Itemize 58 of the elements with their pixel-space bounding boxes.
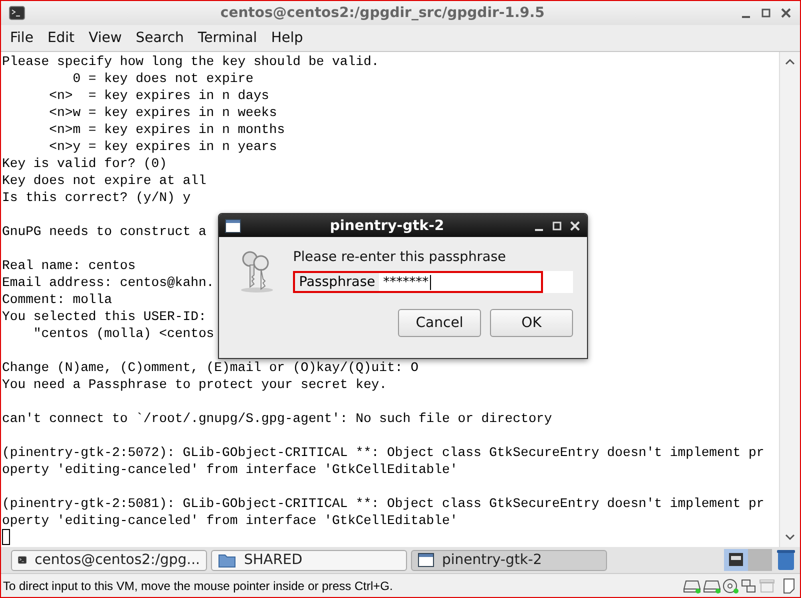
terminal-line: Change (N)ame, (C)omment, (E)mail or (O)kay/(Q)uit: O: [2, 359, 418, 376]
menu-item[interactable]: Edit: [40, 30, 82, 46]
terminal-line: <n>w = key expires in n weeks: [48, 104, 278, 121]
menu-item[interactable]: View: [82, 30, 129, 46]
disc-icon[interactable]: [722, 578, 740, 594]
terminal-line: <n> = key expires in n days: [48, 87, 270, 104]
close-icon[interactable]: [780, 7, 792, 19]
folder-icon: [218, 552, 236, 568]
terminal-line: Key does not expire at all: [2, 172, 206, 189]
terminal-line: can't connect to `/root/.gnupg/S.gpg-agent': No such file or directory: [2, 410, 552, 427]
window-icon: [225, 218, 241, 232]
terminal-line: You selected this USER-ID:: [2, 308, 206, 325]
drive-icon[interactable]: [702, 578, 722, 594]
maximize-icon[interactable]: [760, 7, 772, 19]
terminal-line: Real name: centos: [2, 257, 136, 274]
terminal-line: <n>m = key expires in n months: [48, 121, 285, 138]
window-title: centos@centos2:/gpgdir_src/gpgdir-1.9.5: [219, 5, 546, 21]
taskbar-label: centos@centos2:/gpg...: [34, 552, 200, 568]
passphrase-field[interactable]: Passphrase *******: [293, 271, 543, 293]
menu-item[interactable]: File: [3, 30, 40, 46]
terminal-line: Key is valid for? (0): [2, 155, 168, 172]
terminal-line: operty 'editing-canceled' from interface 'GtkCellEditable': [2, 512, 458, 529]
terminal-line: (pinentry-gtk-2:5081): GLib-GObject-CRITICAL **: Object class GtkSecureEntry doesn't implement pr: [2, 495, 764, 512]
field-value: *******: [379, 274, 431, 290]
terminal-icon: [18, 553, 27, 567]
terminal-cursor: [2, 529, 10, 545]
menu-item[interactable]: Search: [128, 30, 191, 46]
taskbar-item[interactable]: SHARED: [211, 550, 407, 570]
taskbar-label: pinentry-gtk-2: [442, 552, 542, 568]
field-label: Passphrase: [295, 273, 380, 291]
cancel-button[interactable]: Cancel: [398, 309, 481, 337]
terminal-line: Email address: centos@kahn.: [2, 274, 214, 291]
drive-icon[interactable]: [682, 578, 702, 594]
terminal-line: operty 'editing-canceled' from interface 'GtkCellEditable': [2, 461, 458, 478]
taskbar-item[interactable]: centos@centos2:/gpg...: [11, 550, 207, 570]
taskbar-item[interactable]: pinentry-gtk-2: [411, 550, 607, 570]
scrollbar[interactable]: [779, 52, 800, 547]
terminal-line: Comment: molla: [2, 291, 112, 308]
terminal-line: Please specify how long the key should be valid.: [2, 53, 380, 70]
status-message: To direct input to this VM, move the mouse pointer inside or press Ctrl+G.: [3, 578, 394, 592]
terminal-line: "centos (molla) <centos: [32, 325, 214, 342]
terminal-line: 0 = key does not expire: [72, 70, 254, 87]
taskbar-label: SHARED: [244, 552, 302, 568]
prompt-text: Please re-enter this passphrase: [293, 249, 507, 265]
menu-item[interactable]: Terminal: [190, 30, 264, 46]
menu-item[interactable]: Help: [264, 30, 310, 46]
terminal-icon: [9, 6, 25, 20]
terminal-line: Is this correct? (y/N) y: [2, 189, 191, 206]
terminal-line: You need a Passphrase to protect your secret key.: [2, 376, 388, 393]
dialog-title: pinentry-gtk-2: [328, 218, 446, 234]
desktop-icon[interactable]: [724, 549, 772, 571]
network-icon[interactable]: [740, 578, 758, 594]
window-icon: [418, 553, 434, 567]
terminal-line: GnuPG needs to construct a: [2, 223, 206, 240]
trash-icon[interactable]: [776, 549, 796, 571]
terminal-line: <n>y = key expires in n years: [48, 138, 278, 155]
terminal-line: (pinentry-gtk-2:5072): GLib-GObject-CRITICAL **: Object class GtkSecureEntry doesn't implement pr: [2, 444, 764, 461]
ok-button[interactable]: OK: [490, 309, 573, 337]
